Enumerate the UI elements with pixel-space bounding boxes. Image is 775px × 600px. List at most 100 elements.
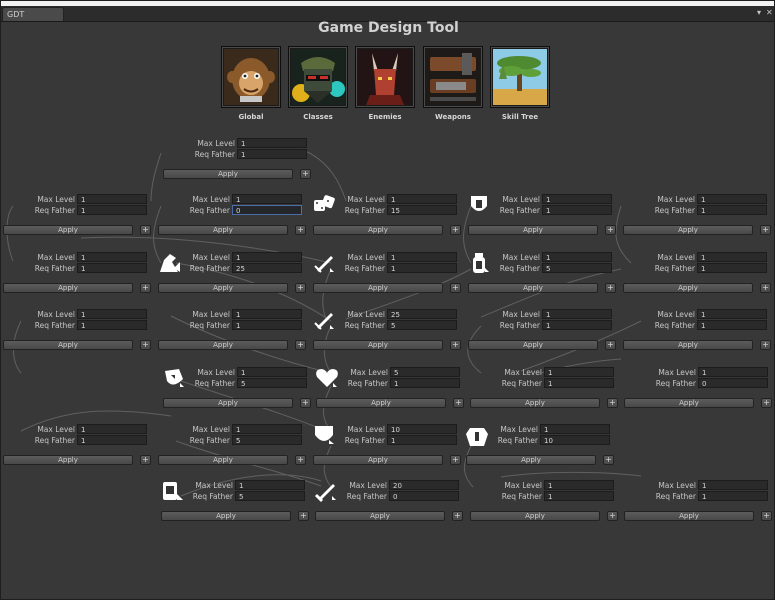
req-father-input[interactable]: 1 <box>387 435 457 445</box>
req-father-input[interactable]: 0 <box>232 205 302 215</box>
apply-button[interactable]: Apply <box>313 225 443 235</box>
apply-button[interactable]: Apply <box>3 225 133 235</box>
req-father-input[interactable]: 5 <box>235 491 305 501</box>
add-child-button[interactable]: + <box>140 283 151 293</box>
add-child-button[interactable]: + <box>140 455 151 465</box>
max-level-input[interactable]: 25 <box>387 309 457 319</box>
max-level-input[interactable]: 1 <box>387 252 457 262</box>
add-child-button[interactable]: + <box>761 398 772 408</box>
max-level-input[interactable]: 1 <box>232 252 302 262</box>
req-father-input[interactable]: 1 <box>542 320 612 330</box>
add-child-button[interactable]: + <box>295 225 306 235</box>
req-father-input[interactable]: 1 <box>697 320 767 330</box>
req-father-input[interactable]: 1 <box>697 263 767 273</box>
add-child-button[interactable]: + <box>605 340 616 350</box>
req-father-input[interactable]: 1 <box>697 205 767 215</box>
max-level-input[interactable]: 1 <box>387 194 457 204</box>
add-child-button[interactable]: + <box>450 455 461 465</box>
add-child-button[interactable]: + <box>140 340 151 350</box>
apply-button[interactable]: Apply <box>470 511 600 521</box>
add-child-button[interactable]: + <box>607 398 618 408</box>
apply-button[interactable]: Apply <box>313 455 443 465</box>
req-father-input[interactable]: 1 <box>232 320 302 330</box>
apply-button[interactable]: Apply <box>623 340 753 350</box>
max-level-input[interactable]: 1 <box>542 194 612 204</box>
add-child-button[interactable]: + <box>605 283 616 293</box>
max-level-input[interactable]: 1 <box>77 194 147 204</box>
add-child-button[interactable]: + <box>761 511 772 521</box>
req-father-input[interactable]: 5 <box>387 320 457 330</box>
apply-button[interactable]: Apply <box>316 398 446 408</box>
apply-button[interactable]: Apply <box>163 169 293 179</box>
apply-button[interactable]: Apply <box>470 398 600 408</box>
apply-button[interactable]: Apply <box>158 225 288 235</box>
add-child-button[interactable]: + <box>450 225 461 235</box>
apply-button[interactable]: Apply <box>3 455 133 465</box>
add-child-button[interactable]: + <box>760 225 771 235</box>
req-father-input[interactable]: 1 <box>542 205 612 215</box>
apply-button[interactable]: Apply <box>623 283 753 293</box>
add-child-button[interactable]: + <box>760 340 771 350</box>
max-level-input[interactable]: 1 <box>77 424 147 434</box>
req-father-input[interactable]: 1 <box>77 320 147 330</box>
req-father-input[interactable]: 15 <box>387 205 457 215</box>
max-level-input[interactable]: 1 <box>697 252 767 262</box>
max-level-input[interactable]: 1 <box>232 309 302 319</box>
max-level-input[interactable]: 1 <box>237 138 307 148</box>
add-child-button[interactable]: + <box>607 511 618 521</box>
req-father-input[interactable]: 0 <box>389 491 459 501</box>
max-level-input[interactable]: 1 <box>232 424 302 434</box>
max-level-input[interactable]: 1 <box>544 480 614 490</box>
req-father-input[interactable]: 5 <box>232 435 302 445</box>
apply-button[interactable]: Apply <box>623 225 753 235</box>
add-child-button[interactable]: + <box>452 511 463 521</box>
add-child-button[interactable]: + <box>760 283 771 293</box>
apply-button[interactable]: Apply <box>624 398 754 408</box>
req-father-input[interactable]: 1 <box>544 491 614 501</box>
add-child-button[interactable]: + <box>450 283 461 293</box>
max-level-input[interactable]: 1 <box>697 194 767 204</box>
apply-button[interactable]: Apply <box>3 340 133 350</box>
add-child-button[interactable]: + <box>140 225 151 235</box>
req-father-input[interactable]: 1 <box>544 378 614 388</box>
apply-button[interactable]: Apply <box>468 340 598 350</box>
apply-button[interactable]: Apply <box>158 340 288 350</box>
apply-button[interactable]: Apply <box>3 283 133 293</box>
add-child-button[interactable]: + <box>603 455 614 465</box>
req-father-input[interactable]: 10 <box>540 435 610 445</box>
max-level-input[interactable]: 1 <box>540 424 610 434</box>
apply-button[interactable]: Apply <box>163 398 293 408</box>
apply-button[interactable]: Apply <box>158 455 288 465</box>
apply-button[interactable]: Apply <box>161 511 291 521</box>
max-level-input[interactable]: 1 <box>235 480 305 490</box>
apply-button[interactable]: Apply <box>466 455 596 465</box>
max-level-input[interactable]: 20 <box>389 480 459 490</box>
apply-button[interactable]: Apply <box>624 511 754 521</box>
req-father-input[interactable]: 5 <box>542 263 612 273</box>
req-father-input[interactable]: 1 <box>77 435 147 445</box>
apply-button[interactable]: Apply <box>158 283 288 293</box>
req-father-input[interactable]: 1 <box>390 378 460 388</box>
max-level-input[interactable]: 5 <box>390 367 460 377</box>
max-level-input[interactable]: 1 <box>544 367 614 377</box>
req-father-input[interactable]: 25 <box>232 263 302 273</box>
add-child-button[interactable]: + <box>298 511 309 521</box>
apply-button[interactable]: Apply <box>313 283 443 293</box>
max-level-input[interactable]: 1 <box>542 309 612 319</box>
req-father-input[interactable]: 1 <box>387 263 457 273</box>
req-father-input[interactable]: 1 <box>698 491 768 501</box>
add-child-button[interactable]: + <box>295 455 306 465</box>
add-child-button[interactable]: + <box>605 225 616 235</box>
apply-button[interactable]: Apply <box>468 225 598 235</box>
max-level-input[interactable]: 1 <box>697 309 767 319</box>
add-child-button[interactable]: + <box>295 340 306 350</box>
apply-button[interactable]: Apply <box>313 340 443 350</box>
max-level-input[interactable]: 1 <box>698 367 768 377</box>
add-child-button[interactable]: + <box>453 398 464 408</box>
req-father-input[interactable]: 0 <box>698 378 768 388</box>
add-child-button[interactable]: + <box>295 283 306 293</box>
max-level-input[interactable]: 1 <box>77 252 147 262</box>
add-child-button[interactable]: + <box>300 169 311 179</box>
req-father-input[interactable]: 5 <box>237 378 307 388</box>
apply-button[interactable]: Apply <box>315 511 445 521</box>
